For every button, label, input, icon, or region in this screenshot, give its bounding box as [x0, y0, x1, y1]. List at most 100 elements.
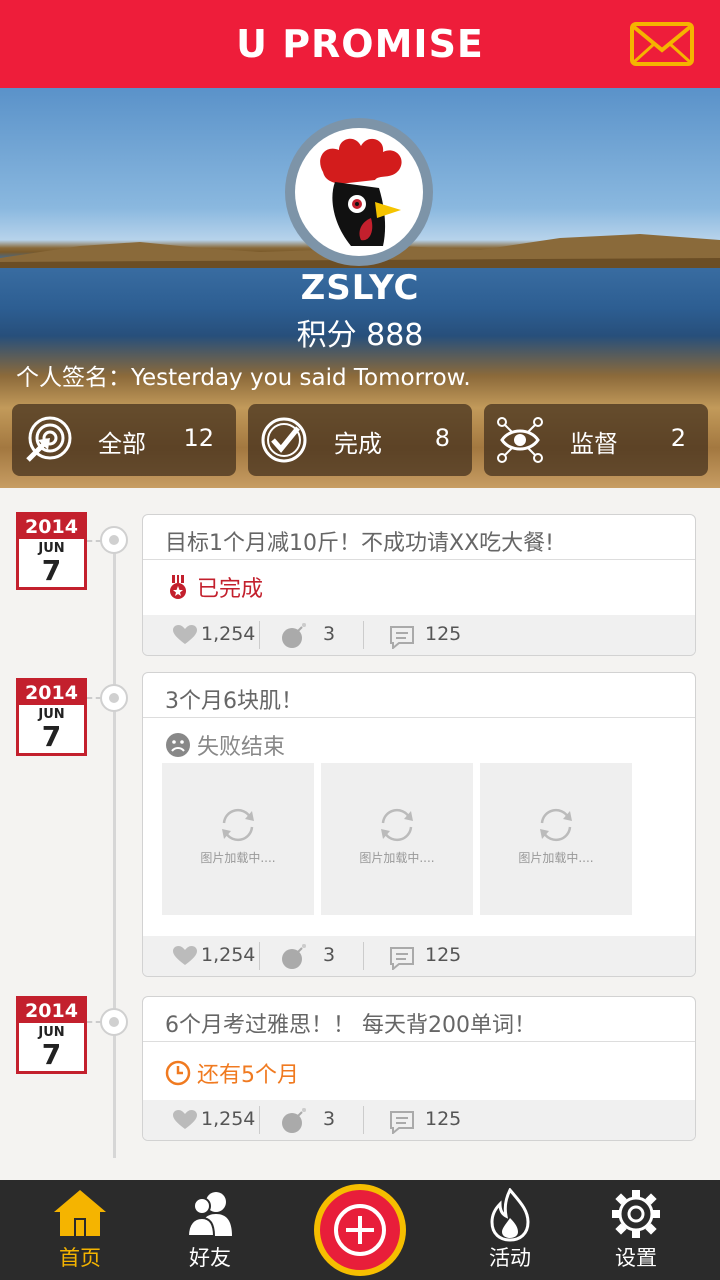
promise-card[interactable]: 3个月6块肌！ 失败结束 图片加载中.... 图片加载中.... 图片加载中..… — [142, 672, 696, 977]
card-divider — [143, 1041, 695, 1042]
friends-icon — [186, 1192, 232, 1237]
medal-icon — [170, 575, 186, 599]
footer-separator — [363, 1106, 364, 1134]
date-year: 2014 — [19, 515, 84, 539]
image-placeholder[interactable]: 图片加载中.... — [480, 763, 632, 915]
card-footer: 1,254 3 125 — [143, 1100, 695, 1140]
bomb-icon[interactable] — [281, 1106, 309, 1134]
timeline-node — [100, 526, 128, 554]
like-count: 1,254 — [201, 623, 256, 645]
promise-status: 还有5个月 — [165, 1057, 299, 1089]
footer-separator — [259, 942, 260, 970]
promise-status: 失败结束 — [165, 729, 285, 761]
card-divider — [143, 717, 695, 718]
stat-supervise-count: 2 — [670, 424, 686, 452]
date-badge: 2014 JUN 7 — [16, 678, 87, 756]
target-arrow-icon — [26, 416, 72, 462]
refresh-icon — [540, 808, 572, 842]
like-count: 1,254 — [201, 944, 256, 966]
comment-icon[interactable] — [389, 946, 415, 970]
check-circle-icon — [261, 417, 307, 463]
promise-status-text: 失败结束 — [197, 735, 286, 760]
image-loading-text: 图片加载中.... — [200, 851, 276, 865]
image-loading-text: 图片加载中.... — [359, 851, 435, 865]
stats-bar: 全部 12 完成 8 监督 2 — [12, 404, 708, 478]
stat-all-button[interactable]: 全部 12 — [12, 404, 236, 476]
refresh-icon — [381, 808, 413, 842]
comment-count: 125 — [425, 1108, 462, 1130]
comment-icon[interactable] — [389, 625, 415, 649]
profile-header: ZSLYC 积分 888 个人签名：Yesterday you said Tom… — [0, 88, 720, 488]
stat-done-label: 完成 — [334, 430, 382, 458]
home-icon — [54, 1190, 106, 1236]
date-year: 2014 — [19, 999, 84, 1023]
score-text: 积分 888 — [296, 318, 424, 353]
nav-home[interactable]: 首页 — [40, 1180, 120, 1280]
clock-icon — [165, 1060, 191, 1086]
stat-all-count: 12 — [183, 424, 214, 452]
promise-card[interactable]: 6个月考过雅思！！ 每天背200单词！ 还有5个月 1,254 3 125 — [142, 996, 696, 1141]
timeline-node — [100, 1008, 128, 1036]
date-badge: 2014 JUN 7 — [16, 512, 87, 590]
bomb-icon[interactable] — [281, 621, 309, 649]
comment-count: 125 — [425, 623, 462, 645]
nav-settings[interactable]: 设置 — [596, 1180, 676, 1280]
promise-status-text: 还有5个月 — [197, 1063, 299, 1088]
add-icon — [334, 1204, 386, 1256]
bomb-count: 3 — [323, 944, 336, 966]
date-day: 7 — [41, 720, 62, 753]
stat-all-label: 全部 — [98, 430, 146, 458]
footer-separator — [363, 942, 364, 970]
refresh-icon — [222, 808, 254, 842]
signature-text: 个人签名：Yesterday you said Tomorrow. — [16, 365, 471, 391]
card-footer: 1,254 3 125 — [143, 936, 695, 976]
promise-title: 目标1个月减10斤！不成功请XX吃大餐! — [165, 531, 554, 556]
stat-done-button[interactable]: 完成 8 — [248, 404, 472, 476]
like-count: 1,254 — [201, 1108, 256, 1130]
add-promise-button[interactable] — [314, 1184, 406, 1276]
promise-title: 6个月考过雅思！！ 每天背200单词！ — [165, 1013, 536, 1038]
eye-network-icon — [497, 417, 543, 463]
top-bar: U PROMISE — [0, 0, 720, 88]
date-day: 7 — [41, 1038, 62, 1071]
card-footer: 1,254 3 125 — [143, 615, 695, 655]
nav-home-label: 首页 — [59, 1246, 101, 1270]
image-placeholder[interactable]: 图片加载中.... — [321, 763, 473, 915]
date-day: 7 — [41, 554, 62, 587]
flame-icon — [490, 1188, 530, 1242]
timeline-connector — [87, 540, 101, 542]
mail-icon[interactable] — [630, 22, 694, 66]
footer-separator — [363, 621, 364, 649]
timeline-node — [100, 684, 128, 712]
nav-activity[interactable]: 活动 — [470, 1180, 550, 1280]
stat-done-count: 8 — [434, 424, 450, 452]
date-year: 2014 — [19, 681, 84, 705]
image-placeholder[interactable]: 图片加载中.... — [162, 763, 314, 915]
bomb-icon[interactable] — [281, 942, 309, 970]
nav-friends-label: 好友 — [189, 1246, 231, 1270]
comment-icon[interactable] — [389, 1110, 415, 1134]
username: ZSLYC — [300, 268, 420, 308]
heart-icon[interactable] — [173, 946, 197, 966]
stat-supervise-button[interactable]: 监督 2 — [484, 404, 708, 476]
bomb-count: 3 — [323, 1108, 336, 1130]
heart-icon[interactable] — [173, 1110, 197, 1130]
card-divider — [143, 559, 695, 560]
nav-activity-label: 活动 — [489, 1246, 531, 1270]
gear-icon — [612, 1190, 660, 1238]
image-loading-text: 图片加载中.... — [518, 851, 594, 865]
timeline-line — [113, 528, 116, 1158]
footer-separator — [259, 621, 260, 649]
promise-card[interactable]: 目标1个月减10斤！不成功请XX吃大餐! 已完成 1,254 3 125 — [142, 514, 696, 656]
bottom-nav: 首页 好友 活动 设置 — [0, 1180, 720, 1280]
nav-settings-label: 设置 — [615, 1246, 657, 1270]
stat-supervise-label: 监督 — [570, 430, 618, 458]
promise-status: 已完成 — [165, 571, 263, 603]
heart-icon[interactable] — [173, 625, 197, 645]
avatar[interactable] — [285, 118, 433, 266]
rooster-avatar-icon — [320, 138, 402, 246]
sad-face-icon — [166, 733, 190, 757]
app-title: U PROMISE — [236, 22, 484, 66]
promise-status-text: 已完成 — [197, 577, 264, 602]
nav-friends[interactable]: 好友 — [170, 1180, 250, 1280]
